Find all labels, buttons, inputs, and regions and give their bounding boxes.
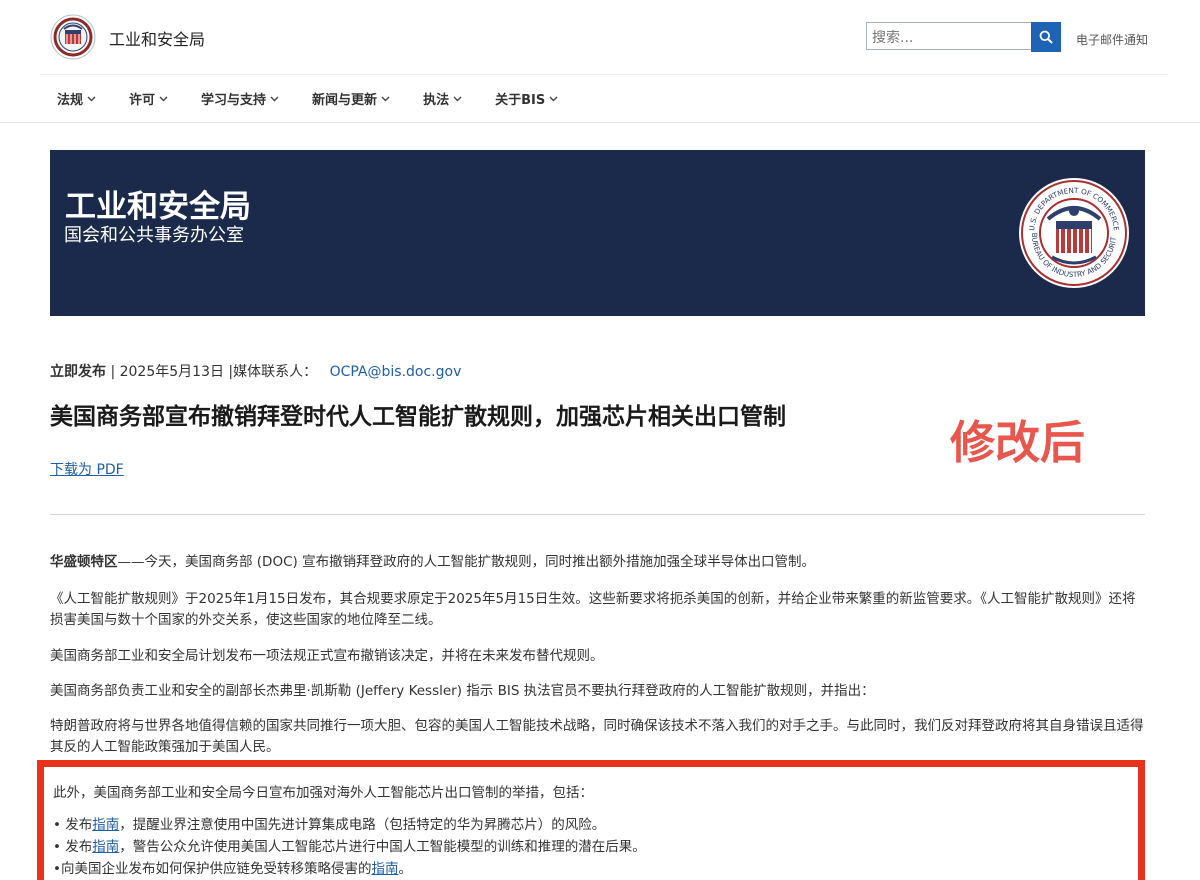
list-item: • 发布指南，警告公众允许使用美国人工智能芯片进行中国人工智能模型的训练和推理的…: [53, 835, 646, 855]
guidance-link[interactable]: 指南: [92, 839, 119, 855]
dateline: 华盛顿特区: [50, 554, 118, 570]
paragraph-kessler: 美国商务部负责工业和安全的副部长杰弗里·凯斯勒 (Jeffery Kessler…: [50, 683, 875, 699]
bis-seal-icon: U.S. DEPARTMENT OF COMMERCE BUREAU OF IN…: [1018, 177, 1129, 288]
site-header: 工业和安全局 搜索... 电子邮件通知: [0, 0, 1200, 74]
chevron-down-icon: [453, 96, 462, 101]
nav-item-label: 许可: [129, 93, 156, 108]
paragraph-intro: 华盛顿特区——今天，美国商务部 (DOC) 宣布撤销拜登政府的人工智能扩散规则，…: [50, 552, 1145, 573]
site-name[interactable]: 工业和安全局: [109, 26, 205, 50]
nav-divider: [0, 122, 1200, 123]
nav-item-learn-support[interactable]: 学习与支持: [201, 89, 279, 108]
main-nav: 法规 许可 学习与支持 新闻与更新 执法 关于BIS: [57, 89, 591, 108]
media-contact-email[interactable]: OCPA@bis.doc.gov: [330, 364, 462, 380]
paragraph-rescission: 美国商务部工业和安全局计划发布一项法规正式宣布撤销该决定，并将在未来发布替代规则…: [50, 648, 604, 664]
nav-item-label: 新闻与更新: [312, 93, 378, 108]
guidance-link[interactable]: 指南: [371, 861, 398, 877]
list-item-text: ，提醒业界注意使用中国先进计算集成电路（包括特定的华为昇腾芯片）的风险。: [119, 817, 606, 833]
chevron-down-icon: [549, 96, 558, 101]
bis-seal-logo[interactable]: [50, 14, 96, 60]
paragraph-text: ——今天，美国商务部 (DOC) 宣布撤销拜登政府的人工智能扩散规则，同时推出额…: [117, 554, 816, 570]
highlight-box: 此外，美国商务部工业和安全局今日宣布加强对海外人工智能芯片出口管制的举措，包括：…: [37, 760, 1145, 880]
banner-title: 工业和安全局: [65, 189, 251, 225]
release-meta: 立即发布 | 2025年5月13日 |媒体联系人： OCPA@bis.doc.g…: [50, 361, 461, 381]
nav-item-licensing[interactable]: 许可: [129, 89, 168, 108]
chevron-down-icon: [381, 96, 390, 101]
nav-item-label: 法规: [57, 93, 84, 108]
nav-item-label: 学习与支持: [201, 93, 267, 108]
search-icon: [1039, 30, 1053, 44]
header-divider: [40, 74, 1168, 75]
nav-item-label: 关于BIS: [495, 93, 546, 108]
box-intro: 此外，美国商务部工业和安全局今日宣布加强对海外人工智能芯片出口管制的举措，包括：: [53, 785, 593, 801]
list-item-text: 。: [398, 861, 412, 877]
page-title: 美国商务部宣布撤销拜登时代人工智能扩散规则，加强芯片相关出口管制: [50, 404, 786, 430]
paragraph-quote: 特朗普政府将与世界各地值得信赖的国家共同推行一项大胆、包容的美国人工智能技术战略…: [50, 718, 1144, 755]
modified-stamp: 修改后: [950, 416, 1086, 469]
nav-item-label: 执法: [423, 93, 450, 108]
search-button[interactable]: [1031, 22, 1061, 52]
email-notification-link[interactable]: 电子邮件通知: [1076, 31, 1148, 48]
list-item-text: ，警告公众允许使用美国人工智能芯片进行中国人工智能模型的训练和推理的潜在后果。: [119, 839, 646, 855]
page-banner: 工业和安全局 国会和公共事务办公室 U.S. DEPARTMENT OF COM…: [50, 150, 1145, 316]
list-item-prefix: •向美国企业发布如何保护供应链免受转移策略侵害的: [53, 861, 372, 877]
chevron-down-icon: [87, 96, 96, 101]
nav-item-about-bis[interactable]: 关于BIS: [495, 89, 558, 108]
list-item-prefix: • 发布: [53, 839, 93, 855]
download-pdf-link[interactable]: 下载为 PDF: [50, 459, 124, 479]
chevron-down-icon: [270, 96, 279, 101]
banner-subtitle: 国会和公共事务办公室: [64, 225, 244, 246]
list-item: • 发布指南，提醒业界注意使用中国先进计算集成电路（包括特定的华为昇腾芯片）的风…: [53, 813, 605, 833]
chevron-down-icon: [159, 96, 168, 101]
nav-item-enforcement[interactable]: 执法: [423, 89, 462, 108]
guidance-link[interactable]: 指南: [92, 817, 119, 833]
list-item-prefix: • 发布: [53, 817, 93, 833]
nav-item-news-updates[interactable]: 新闻与更新: [312, 89, 390, 108]
content-divider: [50, 514, 1145, 515]
release-label: 立即发布: [50, 364, 106, 380]
nav-item-regulations[interactable]: 法规: [57, 89, 96, 108]
release-date: | 2025年5月13日 |媒体联系人：: [110, 364, 318, 380]
paragraph-rule-summary: 《人工智能扩散规则》于2025年1月15日发布，其合规要求原定于2025年5月1…: [50, 591, 1136, 628]
search-input[interactable]: 搜索...: [866, 22, 1032, 50]
list-item: •向美国企业发布如何保护供应链免受转移策略侵害的指南。: [53, 857, 412, 877]
